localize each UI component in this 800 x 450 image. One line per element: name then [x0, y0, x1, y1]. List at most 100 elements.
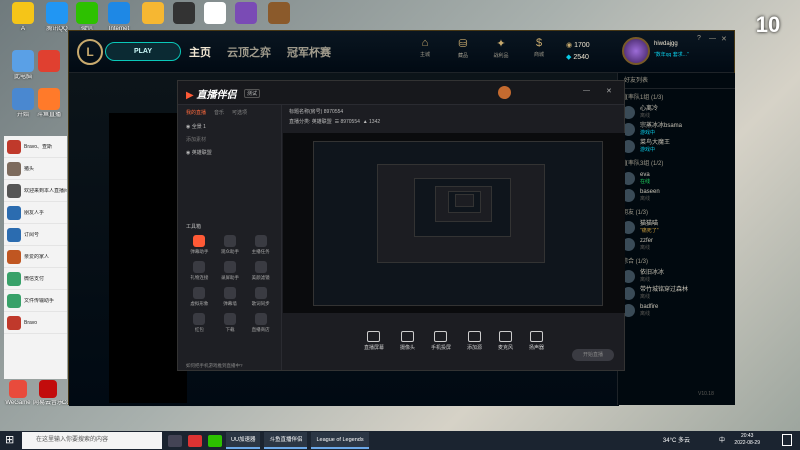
tab-options[interactable]: 可选项 [232, 109, 247, 116]
ime-indicator[interactable]: 中 [719, 435, 725, 444]
source-button[interactable]: 麦克风 [498, 331, 513, 366]
chat-list-item[interactable]: 订阅号 [4, 224, 67, 246]
toolbox-item[interactable]: 录屏助手 [215, 261, 246, 281]
help-button[interactable]: ? [697, 35, 701, 42]
toolbox-item[interactable]: 观众助手 [215, 235, 246, 255]
desktop-icon[interactable]: WeGame [2, 380, 34, 407]
scene-selector[interactable]: ◉ 全景 1 [178, 120, 281, 133]
minimize-button[interactable]: — [709, 35, 716, 42]
weather[interactable]: 34°C 多云 [663, 435, 690, 444]
be-icon: ◆ [566, 54, 572, 61]
chat-list-item[interactable]: 微信支付 [4, 268, 67, 290]
friend-item[interactable]: eva 在线 [618, 170, 735, 187]
friend-item[interactable]: 依旧冰冰 离线 [618, 268, 735, 285]
topnav-item[interactable]: ✦ 战利品 [485, 37, 517, 59]
chat-list-item[interactable]: 文件传输助手 [4, 290, 67, 312]
toolbox-item[interactable]: 歌词同步 [245, 287, 276, 307]
tab-music[interactable]: 音乐 [214, 109, 224, 116]
friend-text: badfire 离线 [640, 304, 658, 317]
desktop-icon[interactable]: 斗鱼直播 [30, 88, 68, 119]
profile-avatar[interactable] [622, 37, 650, 65]
chat-list-item[interactable]: 亲爱的家人 [4, 246, 67, 268]
stream-left-panel: 我的直播 音乐 可选项 ◉ 全景 1 添加素材 ◉ 英雄联盟 工具箱 弹幕助手 观… [178, 105, 282, 370]
notification-icon[interactable] [782, 434, 792, 446]
home-icon: ⌂ [421, 37, 429, 49]
eye-icon[interactable]: ◉ [186, 124, 190, 130]
windows-start-icon[interactable]: ⊞ [5, 434, 17, 446]
tab-home[interactable]: 主页 [189, 44, 211, 60]
play-button[interactable]: PLAY [105, 42, 181, 61]
friend-item[interactable]: zzfer 离线 [618, 236, 735, 253]
go-live-button[interactable]: 开始直播 [572, 349, 614, 361]
toolbox-item[interactable]: 下载 [215, 313, 246, 333]
friend-text: 猫猫喵 "痛死了" [640, 221, 659, 234]
toolbox-item[interactable]: 直播商店 [245, 313, 276, 333]
close-button[interactable]: ✕ [721, 35, 727, 43]
stream-minimize-icon[interactable]: — [583, 87, 590, 94]
chat-avatar [7, 227, 21, 242]
desktop-icon[interactable]: A [4, 2, 42, 33]
chat-list-item[interactable]: Bravo [4, 312, 67, 334]
tool-icon [193, 287, 206, 299]
toolbox-item[interactable]: 弹幕助手 [184, 235, 215, 255]
source-button[interactable]: 直播屏幕 [364, 331, 384, 366]
friend-name: 带竹城铭穿过森林 [640, 287, 689, 293]
friend-item[interactable]: 宗蒸冰冰bsama 游戏中 [618, 121, 735, 138]
tool-icon [254, 287, 267, 299]
topnav-item[interactable]: ⛁ 藏品 [447, 37, 479, 59]
desktop-icon[interactable]: 网易云音乐 [32, 380, 64, 407]
toolbox-item[interactable]: 虚拟形象 [184, 287, 215, 307]
source-button[interactable]: 手机投屏 [431, 331, 451, 366]
task-stream[interactable]: 斗鱼直播伴侣 [264, 432, 308, 449]
friend-item[interactable]: baseen 离线 [618, 187, 735, 204]
clock[interactable]: 20:43 2022-08-29 [734, 433, 760, 447]
chat-avatar [7, 161, 21, 176]
tab-my-live[interactable]: 我的直播 [186, 109, 206, 116]
desktop-icon[interactable]: Internet [100, 2, 138, 33]
chat-avatar [7, 271, 21, 286]
desktop-icon[interactable] [30, 50, 68, 74]
friend-item[interactable]: 心离冷 离线 [618, 104, 735, 121]
stream-avatar[interactable] [498, 86, 511, 99]
scene-item-lol[interactable]: ◉ 英雄联盟 [178, 146, 281, 159]
source-button[interactable]: 添加源 [467, 331, 482, 366]
topnav-item[interactable]: ⌂ 主城 [409, 37, 441, 58]
friend-item[interactable]: 猫猫喵 "痛死了" [618, 219, 735, 236]
chat-list-item[interactable]: 猪头 [4, 158, 67, 180]
friend-item[interactable]: 菜鸟大魔王 游戏中 [618, 138, 735, 155]
chat-avatar [7, 249, 21, 264]
friend-group-header[interactable]: 直率队3组 (1/2) [618, 155, 735, 170]
toolbox-item[interactable]: 弹幕墙 [215, 287, 246, 307]
source-button[interactable]: 摄像头 [400, 331, 415, 366]
app-icon-netease[interactable] [188, 434, 202, 447]
toolbox-item[interactable]: 主播任务 [245, 235, 276, 255]
view-count: 1342 [369, 119, 381, 125]
app-icon-wechat[interactable] [208, 434, 222, 447]
stream-main: 标题名称(房号) 8970554 直播分类: 英雄联盟 ☰ 8970554 ▲ … [283, 105, 625, 370]
task-lol[interactable]: League of Legends [311, 432, 369, 449]
friend-item[interactable]: 带竹城铭穿过森林 离线 [618, 285, 735, 302]
friend-item[interactable]: badfire 离线 [618, 302, 735, 319]
friend-group-header[interactable]: 综合 (1/3) [618, 253, 735, 268]
taskbar-search[interactable]: 在这里输入你要搜索的内容 [22, 432, 162, 449]
chat-list-item[interactable]: Bravo、查斯 [4, 136, 67, 158]
tool-label: 弹幕助手 [190, 249, 209, 254]
toolbox-item[interactable]: 礼物连接 [184, 261, 215, 281]
scene-item-add[interactable]: 添加素材 [178, 133, 281, 146]
source-button[interactable]: 扬声器 [529, 331, 544, 366]
chat-list-item[interactable]: 朋友人乎 [4, 202, 67, 224]
friend-group-header[interactable]: 直率队1组 (1/3) [618, 89, 735, 104]
task-view-icon[interactable] [168, 434, 182, 447]
stream-close-icon[interactable]: ✕ [606, 87, 612, 95]
toolbox-item[interactable]: 红包 [184, 313, 215, 333]
chat-list-item[interactable]: 欢迎来到本人直播间 [4, 180, 67, 202]
help-link[interactable]: 如何把手机游戏推到直播中? [186, 363, 243, 369]
friend-group-header[interactable]: 朋友 (1/3) [618, 204, 735, 219]
task-uu[interactable]: UU加速器 [226, 432, 261, 449]
tab-tft[interactable]: 云顶之弈 [227, 44, 271, 60]
tab-worlds[interactable]: 冠军杯赛 [287, 44, 331, 60]
topnav-item[interactable]: $ 商城 [523, 37, 555, 58]
toolbox-item[interactable]: 美颜滤镜 [245, 261, 276, 281]
eye-icon[interactable]: ◉ [186, 150, 190, 156]
desktop-icon[interactable] [260, 2, 298, 26]
